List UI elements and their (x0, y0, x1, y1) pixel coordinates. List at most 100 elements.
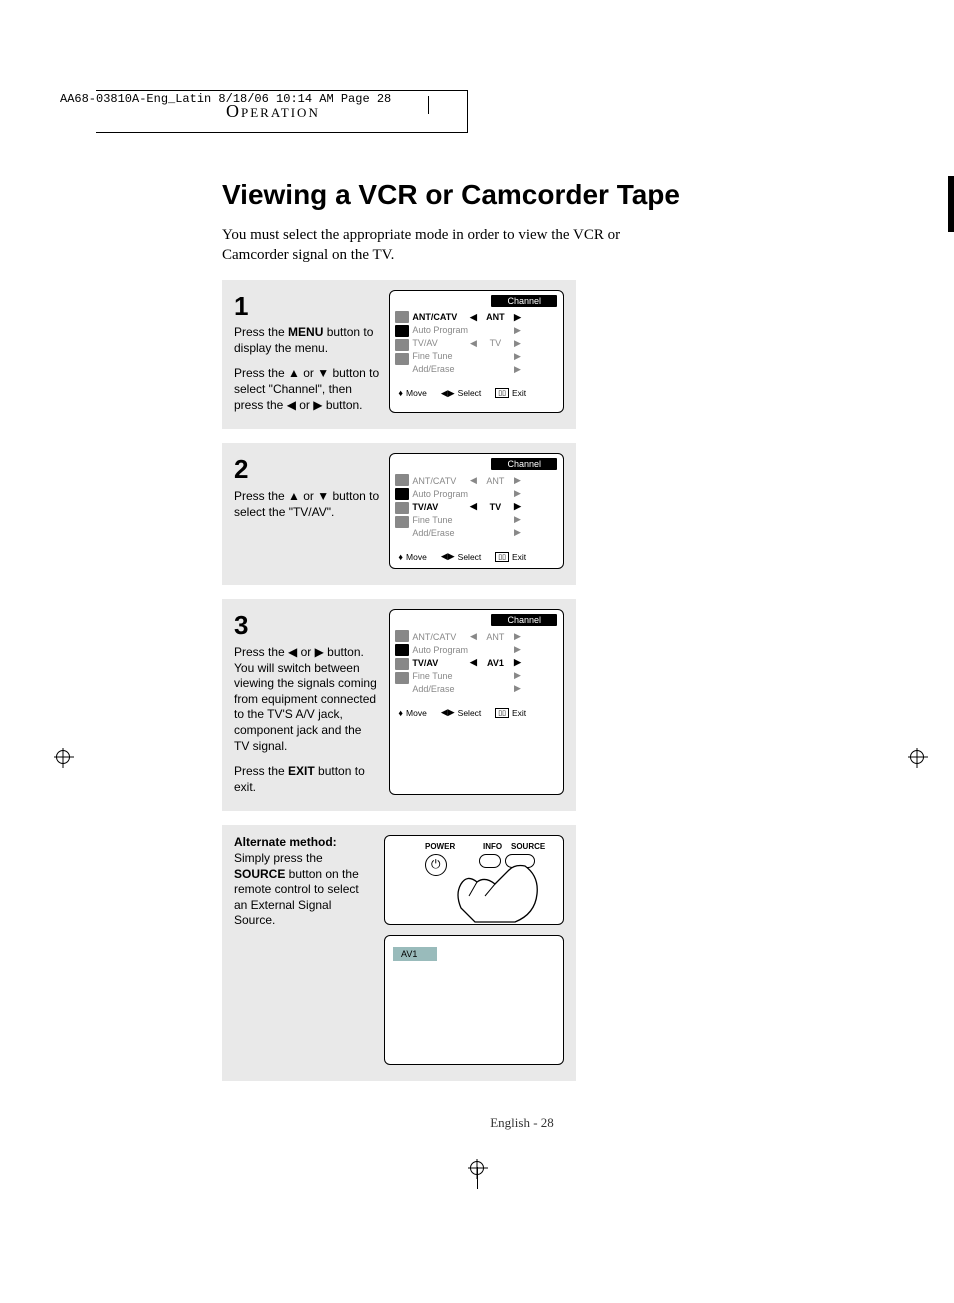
step-block: 1 Press the MENU button to display the m… (222, 280, 576, 430)
osd-title-badge: Channel (491, 458, 557, 470)
osd-hint-move: ♦Move (398, 551, 426, 562)
osd-category-icons (390, 628, 410, 703)
page: Operation Viewing a VCR or Camcorder Tap… (0, 90, 954, 1191)
arrow-right-icon: ▶ (512, 644, 522, 655)
osd-category-icons (390, 472, 410, 547)
arrow-left-icon: ◀ (468, 312, 478, 323)
arrow-left-icon: ◀ (468, 338, 478, 349)
arrow-right-icon: ▶ (512, 670, 522, 681)
updown-icon: ♦ (398, 388, 403, 398)
osd-row-label: ANT/CATV (412, 476, 468, 486)
osd-row-label: Auto Program (412, 645, 468, 655)
arrow-right-icon: ▶ (512, 631, 522, 642)
keyword: SOURCE (234, 867, 285, 881)
arrow-right-icon: ▶ (512, 657, 522, 668)
osd-screen: Channel ANT/CATV ◀ ANT ▶ Auto Program ▶ … (389, 290, 564, 414)
osd-footer: ♦Move ◀▶Select ▯▯Exit (390, 547, 563, 564)
osd-row-label: Fine Tune (412, 515, 468, 525)
text-run: Press the ◀ or ▶ button. You will switch… (234, 645, 377, 753)
osd-row-value: TV (478, 502, 512, 512)
osd-footer: ♦Move ◀▶Select ▯▯Exit (390, 384, 563, 401)
exit-icon: ▯▯ (495, 388, 509, 398)
keyword: MENU (288, 325, 323, 339)
text-run: Press the (234, 325, 288, 339)
osd-row: Add/Erase ▶ (412, 682, 557, 695)
osd-row: TV/AV ◀ AV1 ▶ (412, 656, 557, 669)
leftright-icon: ◀▶ (441, 551, 455, 562)
arrow-right-icon: ▶ (512, 475, 522, 486)
osd-row-label: Auto Program (412, 489, 468, 499)
osd-row: ANT/CATV ◀ ANT ▶ (412, 311, 557, 324)
osd-row: Auto Program ▶ (412, 643, 557, 656)
step-text: 1 Press the MENU button to display the m… (234, 290, 379, 414)
arrow-right-icon: ▶ (512, 338, 522, 349)
page-footer: English - 28 (222, 1115, 822, 1131)
osd-row-value: AV1 (478, 658, 512, 668)
source-osd-screen: AV1 (384, 935, 564, 1065)
alternate-text: Alternate method: Simply press the SOURC… (234, 835, 374, 929)
osd-category-icons (390, 309, 410, 384)
osd-row: Fine Tune ▶ (412, 669, 557, 682)
osd-hint-exit: ▯▯Exit (495, 551, 526, 562)
osd-row-value: ANT (478, 632, 512, 642)
osd-speaker-icon (395, 644, 409, 656)
osd-row-label: Fine Tune (412, 671, 468, 681)
power-icon: ⏻ (431, 857, 441, 872)
osd-row-label: ANT/CATV (412, 632, 468, 642)
osd-title-badge: Channel (491, 295, 557, 307)
arrow-left-icon: ◀ (468, 631, 478, 642)
text-run: Press the (234, 764, 288, 778)
exit-icon: ▯▯ (495, 552, 509, 562)
updown-icon: ♦ (398, 708, 403, 718)
osd-hint-exit: ▯▯Exit (495, 388, 526, 399)
content-area: Viewing a VCR or Camcorder Tape You must… (222, 179, 822, 1131)
step-block: 2 Press the ▲ or ▼ button to select the … (222, 443, 576, 585)
remote-power-label: POWER (425, 842, 455, 851)
arrow-left-icon: ◀ (468, 657, 478, 668)
remote-source-label: SOURCE (511, 842, 545, 851)
osd-row-label: TV/AV (412, 338, 468, 348)
source-osd-badge: AV1 (393, 947, 437, 961)
arrow-left-icon: ◀ (468, 501, 478, 512)
arrow-right-icon: ▶ (512, 527, 522, 538)
osd-row: TV/AV ◀ TV ▶ (412, 337, 557, 350)
osd-row-label: Add/Erase (412, 684, 468, 694)
osd-list: ANT/CATV ◀ ANT ▶ Auto Program ▶ TV/AV ◀ … (410, 472, 563, 547)
osd-list: ANT/CATV ◀ ANT ▶ Auto Program ▶ TV/AV ◀ … (410, 628, 563, 703)
osd-row-label: TV/AV (412, 658, 468, 668)
arrow-right-icon: ▶ (512, 501, 522, 512)
text-run: Simply press the (234, 851, 323, 865)
osd-screen: Channel ANT/CATV ◀ ANT ▶ Auto Program ▶ … (389, 609, 564, 795)
leftright-icon: ◀▶ (441, 388, 455, 399)
step-number: 1 (234, 290, 379, 324)
remote-info-label: INFO (483, 842, 502, 851)
exit-icon: ▯▯ (495, 708, 509, 718)
arrow-right-icon: ▶ (512, 364, 522, 375)
osd-hint-select: ◀▶Select (441, 551, 481, 562)
osd-row-label: Fine Tune (412, 351, 468, 361)
arrow-right-icon: ▶ (512, 312, 522, 323)
leftright-icon: ◀▶ (441, 707, 455, 718)
text-run: Press the ▲ or ▼ button to select "Chann… (234, 366, 379, 411)
osd-row: Add/Erase ▶ (412, 363, 557, 376)
osd-row: Fine Tune ▶ (412, 513, 557, 526)
osd-row: ANT/CATV ◀ ANT ▶ (412, 474, 557, 487)
step-number: 2 (234, 453, 379, 487)
osd-row-label: Auto Program (412, 325, 468, 335)
osd-row: ANT/CATV ◀ ANT ▶ (412, 630, 557, 643)
osd-row-label: TV/AV (412, 502, 468, 512)
step-number: 3 (234, 609, 379, 643)
arrow-right-icon: ▶ (512, 514, 522, 525)
section-header: Operation (96, 90, 468, 133)
step-text: 3 Press the ◀ or ▶ button. You will swit… (234, 609, 379, 795)
keyword: EXIT (288, 764, 315, 778)
arrow-left-icon: ◀ (468, 475, 478, 486)
osd-hint-exit: ▯▯Exit (495, 707, 526, 718)
arrow-right-icon: ▶ (512, 325, 522, 336)
osd-hint-select: ◀▶Select (441, 388, 481, 399)
crop-mark-bottom (477, 1167, 478, 1189)
osd-footer: ♦Move ◀▶Select ▯▯Exit (390, 703, 563, 720)
hand-icon (455, 864, 545, 924)
arrow-right-icon: ▶ (512, 351, 522, 362)
osd-hint-move: ♦Move (398, 388, 426, 399)
